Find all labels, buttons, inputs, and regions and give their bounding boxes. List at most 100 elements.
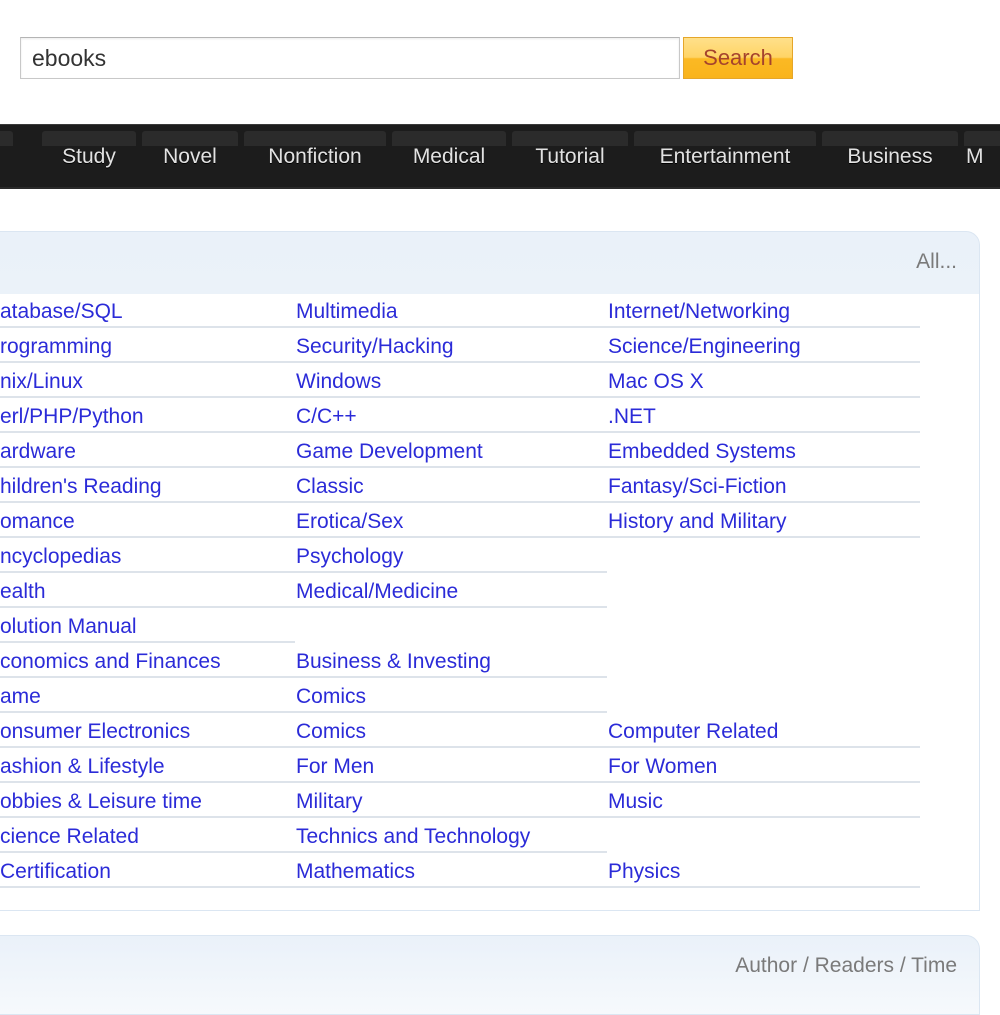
- category-label: Internet/Networking: [608, 300, 791, 323]
- nav-tab[interactable]: Entertainment: [632, 131, 818, 183]
- category-link[interactable]: Internet/Networking: [607, 295, 920, 328]
- category-link[interactable]: Science/Engineering: [607, 330, 920, 363]
- category-row: conomics and Finances Business & Investin…: [0, 645, 1000, 680]
- category-label: cience Related: [0, 825, 139, 848]
- category-row: ashion & Lifestyle For Men For Women: [0, 750, 1000, 785]
- category-link[interactable]: ealth: [0, 575, 295, 608]
- category-link[interactable]: rogramming: [0, 330, 295, 363]
- category-link[interactable]: Music: [607, 785, 920, 818]
- category-label: For Women: [608, 755, 718, 778]
- category-row: cience Related Technics and Technology: [0, 820, 1000, 855]
- nav-tab-label: Business: [847, 145, 933, 168]
- category-link[interactable]: nix/Linux: [0, 365, 295, 398]
- category-link[interactable]: onsumer Electronics: [0, 715, 295, 748]
- nav-tab-cap: [512, 131, 628, 146]
- nav-tab[interactable]: Business: [820, 131, 960, 183]
- nav-tab-label: Medical: [412, 145, 486, 168]
- category-label: Embedded Systems: [608, 440, 796, 463]
- category-link[interactable]: .NET: [607, 400, 920, 433]
- categories-panel-header: All...: [0, 232, 979, 292]
- category-link[interactable]: Business & Investing: [295, 645, 607, 678]
- category-row: ealth Medical/Medicine: [0, 575, 1000, 610]
- category-link[interactable]: Embedded Systems: [607, 435, 920, 468]
- category-link[interactable]: History and Military: [607, 505, 920, 538]
- category-label: For Men: [296, 755, 375, 778]
- category-label: C/C++: [296, 405, 357, 428]
- category-link[interactable]: Comics: [295, 680, 607, 713]
- category-link[interactable]: cience Related: [0, 820, 295, 853]
- nav-tab[interactable]: Nonfiction: [242, 131, 388, 183]
- category-label: obbies & Leisure time: [0, 790, 202, 813]
- category-row: erl/PHP/Python C/C++ .NET: [0, 400, 1000, 435]
- category-row: ardware Game Development Embedded Systems: [0, 435, 1000, 470]
- category-link[interactable]: Comics: [295, 715, 607, 748]
- category-label: ardware: [0, 440, 76, 463]
- category-link[interactable]: Security/Hacking: [295, 330, 607, 363]
- category-label: ncyclopedias: [0, 545, 122, 568]
- nav-tab-label: M: [966, 145, 984, 168]
- category-link[interactable]: omance: [0, 505, 295, 538]
- category-label: onsumer Electronics: [0, 720, 191, 743]
- category-link[interactable]: obbies & Leisure time: [0, 785, 295, 818]
- category-link[interactable]: Windows: [295, 365, 607, 398]
- category-link[interactable]: For Men: [295, 750, 607, 783]
- category-link[interactable]: Technics and Technology: [295, 820, 607, 853]
- category-link[interactable]: ardware: [0, 435, 295, 468]
- category-link[interactable]: atabase/SQL: [0, 295, 295, 328]
- category-link[interactable]: Classic: [295, 470, 607, 503]
- all-categories-link[interactable]: All...: [916, 250, 957, 274]
- search-button[interactable]: Search: [683, 37, 793, 79]
- category-row: hildren's Reading Classic Fantasy/Sci-Fict…: [0, 470, 1000, 505]
- category-empty-cell: [607, 575, 920, 608]
- category-row: omance Erotica/Sex History and Military: [0, 505, 1000, 540]
- category-link[interactable]: Military: [295, 785, 607, 818]
- category-link[interactable]: Medical/Medicine: [295, 575, 607, 608]
- category-row: ncyclopedias Psychology: [0, 540, 1000, 575]
- nav-tab-label: Entertainment: [659, 145, 791, 168]
- category-link[interactable]: Mac OS X: [607, 365, 920, 398]
- category-link[interactable]: Certification: [0, 855, 295, 888]
- category-label: Security/Hacking: [296, 335, 454, 358]
- category-label: Fantasy/Sci-Fiction: [608, 475, 787, 498]
- category-link[interactable]: Physics: [607, 855, 920, 888]
- category-link[interactable]: Erotica/Sex: [295, 505, 607, 538]
- category-nav-bar: al Study Novel Nonfiction Medical Tutorial Ent…: [0, 124, 1000, 189]
- category-link[interactable]: ncyclopedias: [0, 540, 295, 573]
- category-link[interactable]: C/C++: [295, 400, 607, 433]
- nav-tab[interactable]: al: [0, 131, 15, 183]
- category-label: ashion & Lifestyle: [0, 755, 165, 778]
- nav-tab[interactable]: Medical: [390, 131, 508, 183]
- nav-tab[interactable]: Novel: [140, 131, 240, 183]
- category-label: Game Development: [296, 440, 483, 463]
- category-link[interactable]: Computer Related: [607, 715, 920, 748]
- category-row: Certification Mathematics Physics: [0, 855, 1000, 890]
- category-link[interactable]: ame: [0, 680, 295, 713]
- category-link[interactable]: hildren's Reading: [0, 470, 295, 503]
- category-link[interactable]: ashion & Lifestyle: [0, 750, 295, 783]
- category-link[interactable]: Game Development: [295, 435, 607, 468]
- nav-tab[interactable]: Tutorial: [510, 131, 630, 183]
- category-link[interactable]: For Women: [607, 750, 920, 783]
- nav-tab[interactable]: Study: [40, 131, 138, 183]
- nav-tab[interactable]: M: [962, 131, 1000, 183]
- category-label: Windows: [296, 370, 382, 393]
- category-link[interactable]: Fantasy/Sci-Fiction: [607, 470, 920, 503]
- category-link[interactable]: erl/PHP/Python: [0, 400, 295, 433]
- category-link[interactable]: conomics and Finances: [0, 645, 295, 678]
- category-link[interactable]: Psychology: [295, 540, 607, 573]
- category-label: rogramming: [0, 335, 113, 358]
- nav-tab-cap: [634, 131, 816, 146]
- category-link[interactable]: olution Manual: [0, 610, 295, 643]
- category-label: Certification: [0, 860, 111, 883]
- sort-by-link[interactable]: Author / Readers / Time: [735, 954, 957, 978]
- category-link[interactable]: Multimedia: [295, 295, 607, 328]
- category-label: olution Manual: [0, 615, 137, 638]
- category-empty-cell: [295, 610, 607, 643]
- category-label: Music: [608, 790, 663, 813]
- nav-tab-cap: [244, 131, 386, 146]
- category-label: Mathematics: [296, 860, 416, 883]
- search-input[interactable]: [20, 37, 680, 79]
- category-label: .NET: [608, 405, 656, 428]
- category-link[interactable]: Mathematics: [295, 855, 607, 888]
- category-row: olution Manual: [0, 610, 1000, 645]
